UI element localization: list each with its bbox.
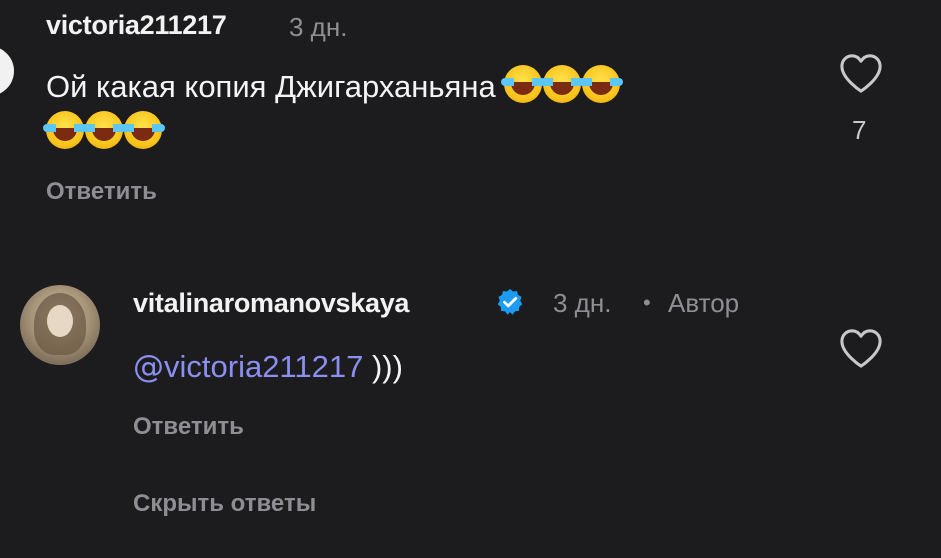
mention-link[interactable]: @victoria211217 [133,349,364,385]
comment-username[interactable]: vitalinaromanovskaya [133,288,409,319]
comment-text: Ой какая копия Джигарханьяна [46,64,806,110]
comment-text-body: Ой какая копия Джигарханьяна [46,69,496,104]
face-with-tears-of-joy-icon [501,65,546,103]
reply-button[interactable]: Ответить [133,413,244,441]
author-badge: Автор [668,288,740,318]
comment-time: 3 дн. [289,12,348,42]
comment-text: @victoria211217 ))) [133,344,403,390]
face-with-tears-of-joy-icon [121,111,165,149]
heart-icon[interactable] [838,52,884,94]
comment-username[interactable]: victoria211217 [46,10,227,41]
like-count: 7 [852,115,867,145]
heart-icon[interactable] [838,327,884,369]
reply-button[interactable]: Ответить [46,178,157,206]
comment-text-body: ))) [371,349,403,384]
at-icon: @ [133,349,164,385]
mention-username: victoria211217 [164,349,364,384]
comment-time: 3 дн. [553,288,612,318]
face-with-tears-of-joy-icon [43,111,87,149]
face-with-tears-of-joy-icon [579,65,624,103]
verified-badge-icon [497,288,523,315]
hide-replies-button[interactable]: Скрыть ответы [133,490,316,518]
emoji-group-2 [43,110,165,156]
emoji-group-1 [501,65,624,104]
face-with-tears-of-joy-icon [540,65,585,103]
avatar[interactable] [20,285,100,365]
face-with-tears-of-joy-icon [82,111,126,149]
avatar[interactable] [0,46,14,96]
separator-dot: • [643,290,651,315]
